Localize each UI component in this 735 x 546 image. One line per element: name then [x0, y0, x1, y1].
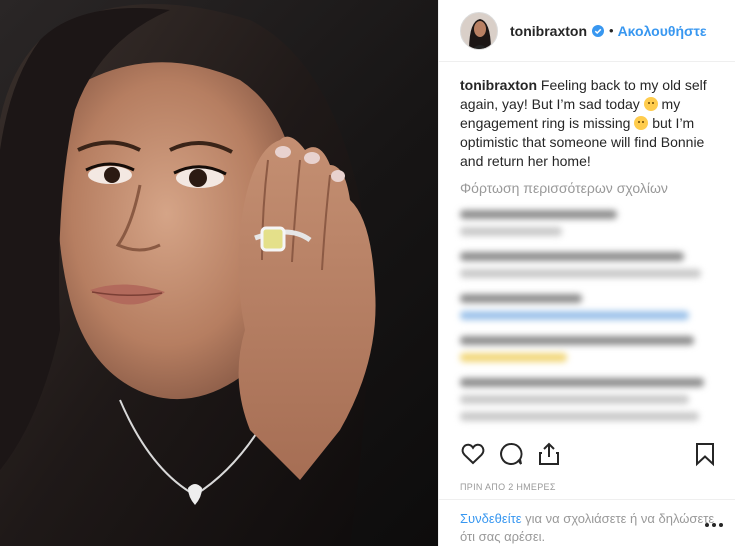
post-header: tonibraxton • Ακολουθήστε [439, 0, 735, 62]
verified-badge-icon [592, 24, 604, 37]
header-separator: • [609, 23, 614, 38]
post-photo[interactable] [0, 0, 438, 546]
comment-line [460, 412, 699, 421]
photo-illustration [0, 4, 376, 546]
comment-line [460, 378, 704, 387]
avatar[interactable] [460, 11, 498, 50]
comment-bubble-icon[interactable] [498, 441, 524, 467]
caption-username[interactable]: tonibraxton [460, 77, 537, 93]
comment-line [460, 353, 567, 362]
share-upload-icon[interactable] [536, 441, 562, 467]
comment-line [460, 269, 702, 278]
login-link[interactable]: Συνδεθείτε [460, 511, 522, 526]
avatar-image [461, 12, 497, 49]
comment-line [460, 252, 684, 261]
comment-line [460, 210, 618, 219]
login-prompt: Συνδεθείτε για να σχολιάσετε ή να δηλώσε… [439, 499, 735, 546]
post-timestamp[interactable]: ΠΡΙΝ ΑΠΟ 2 ΗΜΕΡΕΣ [460, 482, 556, 492]
more-options-icon[interactable] [705, 521, 725, 529]
blurred-comments-list [439, 196, 735, 422]
instagram-post: tonibraxton • Ακολουθήστε tonibraxton Fe… [0, 0, 735, 546]
header-username[interactable]: tonibraxton [510, 23, 587, 39]
comment-line [460, 227, 562, 236]
sad-face-emoji-icon [643, 97, 658, 111]
follow-button[interactable]: Ακολουθήστε [618, 23, 707, 39]
bookmark-icon[interactable] [692, 441, 718, 467]
comment-line [460, 311, 689, 320]
disappointed-face-emoji-icon [634, 116, 649, 130]
post-actions-bar [439, 437, 735, 471]
post-caption: tonibraxton Feeling back to my old self … [439, 62, 735, 171]
heart-icon[interactable] [460, 441, 486, 467]
comment-line [460, 395, 689, 404]
load-more-comments-link[interactable]: Φόρτωση περισσότερων σχολίων [439, 171, 735, 196]
comment-line [460, 336, 694, 345]
post-side-panel: tonibraxton • Ακολουθήστε tonibraxton Fe… [438, 0, 735, 546]
comment-line [460, 294, 582, 303]
